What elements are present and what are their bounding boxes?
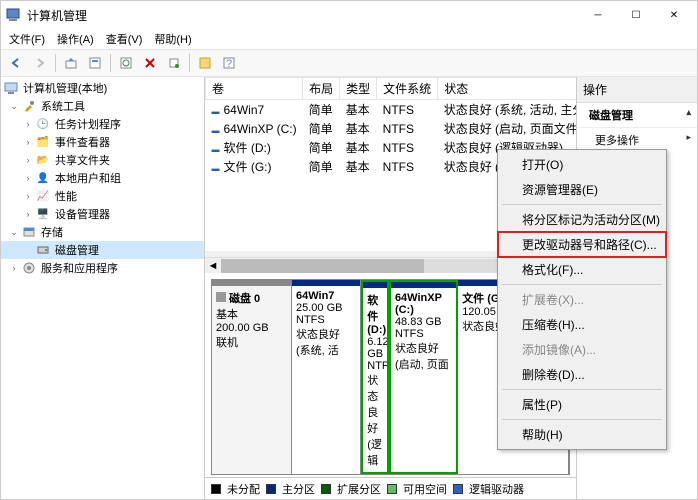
submenu-arrow-icon: ▸	[686, 132, 691, 143]
col-layout[interactable]: 布局	[303, 78, 340, 100]
partition[interactable]: 64WinXP (C:)48.83 GB NTFS状态良好 (启动, 页面	[389, 280, 458, 474]
col-fs[interactable]: 文件系统	[377, 78, 438, 100]
computer-icon	[3, 80, 19, 96]
delete-button[interactable]	[139, 52, 161, 74]
tools-icon	[21, 98, 37, 114]
refresh-button[interactable]	[115, 52, 137, 74]
ctx-extend: 扩展卷(X)...	[498, 287, 666, 312]
tree-item[interactable]: ›🗂️事件查看器	[1, 133, 204, 151]
tree-systools[interactable]: ⌄ 系统工具	[1, 97, 204, 115]
expand-icon[interactable]: ›	[21, 209, 35, 219]
collapse-icon[interactable]: ⌄	[7, 227, 21, 238]
tree-diskmgmt[interactable]: 磁盘管理	[1, 241, 204, 259]
menu-file[interactable]: 文件(F)	[5, 29, 49, 49]
titlebar: 计算机管理 ─ ☐ ✕	[1, 1, 697, 29]
menu-help[interactable]: 帮助(H)	[150, 29, 195, 49]
item-icon: 🖥️	[35, 206, 51, 222]
col-volume[interactable]: 卷	[206, 78, 303, 100]
help-button[interactable]: ?	[218, 52, 240, 74]
forward-button[interactable]	[29, 52, 51, 74]
ctx-format[interactable]: 格式化(F)...	[498, 257, 666, 282]
partition[interactable]: 64Win725.00 GB NTFS状态良好 (系统, 活	[292, 280, 361, 474]
collapse-icon[interactable]: ⌄	[7, 101, 21, 112]
toolbar: ?	[1, 49, 697, 77]
ctx-props[interactable]: 属性(P)	[498, 392, 666, 417]
volume-row[interactable]: 64WinXP (C:)简单基本NTFS状态良好 (启动, 页面文件, 故障转储…	[206, 119, 577, 138]
ctx-mark-active[interactable]: 将分区标记为活动分区(M)	[498, 207, 666, 232]
settings-button[interactable]	[163, 52, 185, 74]
expand-icon[interactable]: ›	[21, 119, 35, 129]
up-button[interactable]	[60, 52, 82, 74]
item-icon: 👤	[35, 170, 51, 186]
actions-header: 操作	[577, 77, 697, 103]
app-icon	[5, 7, 21, 23]
close-button[interactable]: ✕	[655, 1, 693, 29]
tree-item[interactable]: ›📈性能	[1, 187, 204, 205]
ctx-mirror: 添加镜像(A)...	[498, 337, 666, 362]
volume-row[interactable]: 64Win7简单基本NTFS状态良好 (系统, 活动, 主分区)25.00 GB…	[206, 100, 577, 120]
col-status[interactable]: 状态	[438, 78, 576, 100]
collapse-arrow-icon[interactable]: ▴	[686, 107, 691, 118]
context-menu: 打开(O) 资源管理器(E) 将分区标记为活动分区(M) 更改驱动器号和路径(C…	[497, 149, 667, 450]
disk-header[interactable]: 磁盘 0 基本 200.00 GB 联机	[212, 280, 292, 474]
tree-item[interactable]: ›🖥️设备管理器	[1, 205, 204, 223]
services-icon	[21, 260, 37, 276]
legend-free-icon	[387, 484, 397, 494]
menu-action[interactable]: 操作(A)	[53, 29, 98, 49]
legend-unalloc-icon	[211, 484, 221, 494]
tree-storage[interactable]: ⌄ 存储	[1, 223, 204, 241]
tree-item[interactable]: ›👤本地用户和组	[1, 169, 204, 187]
legend-primary-icon	[266, 484, 276, 494]
svg-text:?: ?	[226, 58, 232, 70]
expand-icon[interactable]: ›	[21, 173, 35, 183]
ctx-open[interactable]: 打开(O)	[498, 152, 666, 177]
menubar: 文件(F) 操作(A) 查看(V) 帮助(H)	[1, 29, 697, 49]
properties-button[interactable]	[84, 52, 106, 74]
minimize-button[interactable]: ─	[579, 1, 617, 29]
legend-extended-icon	[321, 484, 331, 494]
storage-icon	[21, 224, 37, 240]
tree-item[interactable]: ›📂共享文件夹	[1, 151, 204, 169]
ctx-shrink[interactable]: 压缩卷(H)...	[498, 312, 666, 337]
ctx-help[interactable]: 帮助(H)	[498, 422, 666, 447]
tree-root[interactable]: 计算机管理(本地)	[1, 79, 204, 97]
legend: 未分配 主分区 扩展分区 可用空间 逻辑驱动器	[205, 477, 576, 499]
partition[interactable]: 软件 (D:)6.12 GB NTFS状态良好 (逻辑	[361, 280, 389, 474]
disk-icon	[35, 242, 51, 258]
legend-logical-icon	[453, 484, 463, 494]
item-icon: 🕒	[35, 116, 51, 132]
tree-pane: 计算机管理(本地) ⌄ 系统工具 ›🕒任务计划程序›🗂️事件查看器›📂共享文件夹…	[1, 77, 205, 499]
item-icon: 📈	[35, 188, 51, 204]
col-type[interactable]: 类型	[340, 78, 377, 100]
view1-button[interactable]	[194, 52, 216, 74]
item-icon: 📂	[35, 152, 51, 168]
back-button[interactable]	[5, 52, 27, 74]
actions-group: 磁盘管理▴	[577, 103, 697, 128]
ctx-delete[interactable]: 删除卷(D)...	[498, 362, 666, 387]
item-icon: 🗂️	[35, 134, 51, 150]
expand-icon[interactable]: ›	[21, 137, 35, 147]
expand-icon[interactable]: ›	[21, 155, 35, 165]
expand-icon[interactable]: ›	[21, 191, 35, 201]
tree-item[interactable]: ›🕒任务计划程序	[1, 115, 204, 133]
ctx-explorer[interactable]: 资源管理器(E)	[498, 177, 666, 202]
tree-services[interactable]: › 服务和应用程序	[1, 259, 204, 277]
window-title: 计算机管理	[27, 7, 579, 24]
ctx-change-letter[interactable]: 更改驱动器号和路径(C)...	[498, 232, 666, 257]
menu-view[interactable]: 查看(V)	[102, 29, 147, 49]
expand-icon[interactable]: ›	[7, 263, 21, 273]
maximize-button[interactable]: ☐	[617, 1, 655, 29]
